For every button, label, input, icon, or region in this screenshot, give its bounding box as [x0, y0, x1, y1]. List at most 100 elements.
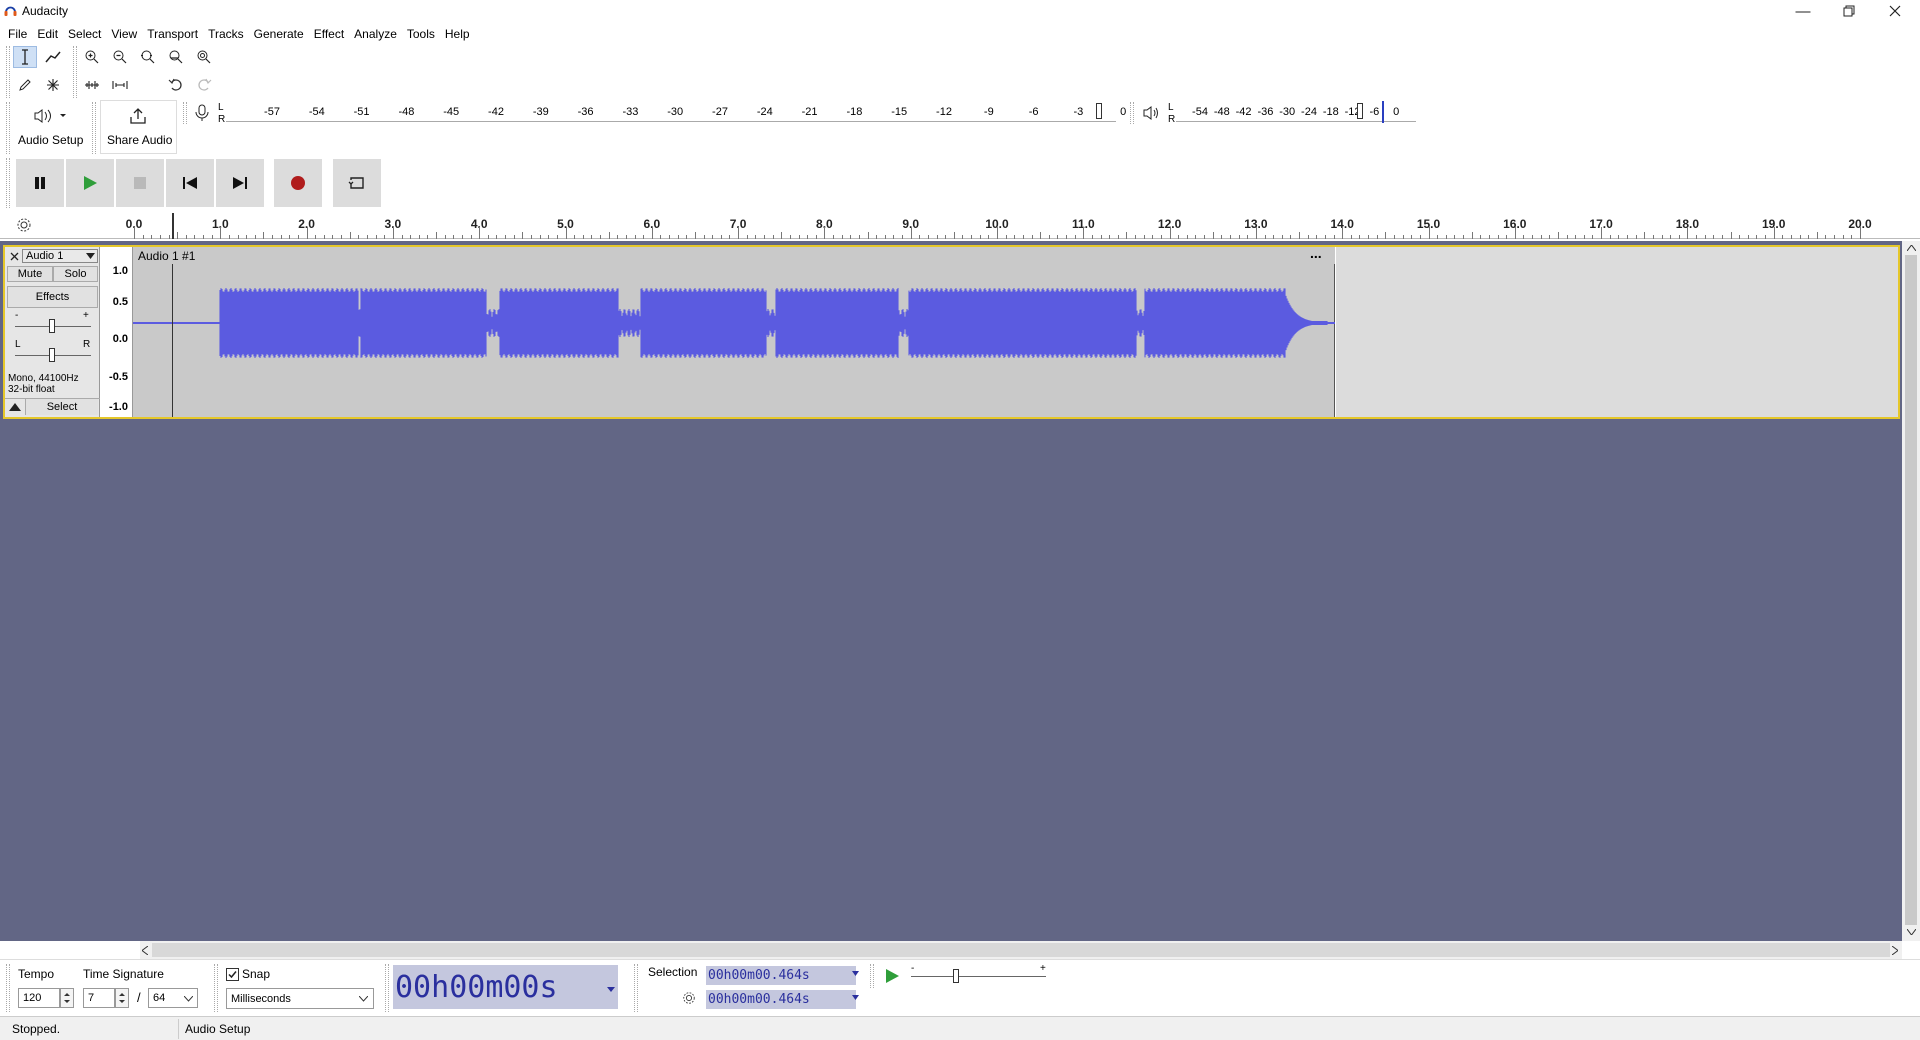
skip-to-start-button[interactable]	[166, 159, 214, 207]
scroll-right-icon[interactable]	[1892, 946, 1898, 955]
menu-help[interactable]: Help	[440, 27, 475, 41]
menu-tools[interactable]: Tools	[402, 27, 440, 41]
audio-clip[interactable]	[133, 247, 1335, 417]
scroll-down-icon[interactable]	[1907, 929, 1916, 935]
horizontal-scroll-thumb[interactable]	[152, 943, 1890, 957]
envelope-tool-button[interactable]	[41, 46, 65, 68]
gain-slider-thumb[interactable]	[49, 319, 55, 333]
fit-project-button[interactable]	[164, 46, 188, 68]
play-meter-grip[interactable]	[1130, 102, 1134, 124]
close-window-button[interactable]	[1872, 0, 1918, 22]
transport-grip[interactable]	[6, 158, 10, 208]
share-audio-button[interactable]: Share Audio	[100, 100, 177, 154]
tempo-input[interactable]: 120	[18, 988, 60, 1008]
selection-tool-button[interactable]	[13, 46, 37, 68]
selection-start-time[interactable]: 00h00m00.464s	[706, 966, 856, 985]
menu-edit[interactable]: Edit	[32, 27, 63, 41]
silence-audio-button[interactable]	[108, 74, 132, 96]
play-level-slider-thumb[interactable]	[1357, 103, 1363, 119]
vertical-scroll-thumb[interactable]	[1905, 255, 1917, 925]
meter-tick-label: -42	[488, 106, 504, 118]
undo-button[interactable]	[164, 74, 188, 96]
play-at-speed-grip[interactable]	[870, 964, 874, 988]
tempo-spinner[interactable]	[60, 988, 74, 1008]
collapse-track-icon[interactable]	[9, 403, 21, 411]
close-icon	[1889, 5, 1901, 17]
zoom-out-button[interactable]	[108, 46, 132, 68]
menu-view[interactable]: View	[106, 27, 142, 41]
menu-analyze[interactable]: Analyze	[349, 27, 402, 41]
snap-checkbox[interactable]	[226, 968, 239, 981]
stop-button[interactable]	[116, 159, 164, 207]
redo-button[interactable]	[192, 74, 216, 96]
draw-tool-button[interactable]	[13, 74, 37, 96]
ruler-tick	[1549, 235, 1551, 239]
time-signature-denominator-select[interactable]: 64	[148, 988, 198, 1008]
audio-setup-grip[interactable]	[6, 102, 10, 154]
pan-slider-thumb[interactable]	[49, 348, 55, 362]
selection-settings-gear-icon[interactable]	[682, 991, 696, 1005]
clip-header[interactable]: Audio 1 #1 ...	[133, 245, 1335, 264]
selection-grip[interactable]	[634, 964, 638, 1012]
share-audio-grip[interactable]	[92, 102, 96, 154]
microphone-icon[interactable]	[195, 104, 209, 122]
speaker-icon[interactable]	[1142, 104, 1160, 122]
effects-button[interactable]: Effects	[7, 286, 98, 308]
menu-file[interactable]: File	[3, 27, 32, 41]
empty-track-lane[interactable]	[1336, 247, 1898, 417]
tools-toolbar-grip[interactable]	[6, 46, 10, 98]
zoom-toggle-button[interactable]	[192, 46, 216, 68]
waveform	[133, 288, 1335, 358]
menu-generate[interactable]: Generate	[249, 27, 309, 41]
time-seconds-unit: s	[539, 969, 558, 1005]
snap-unit-select[interactable]: Milliseconds	[226, 988, 374, 1009]
snap-grip[interactable]	[214, 964, 218, 1012]
fit-selection-button[interactable]	[136, 46, 160, 68]
amplitude-ruler[interactable]: 1.0 0.5 0.0 -0.5 -1.0	[100, 247, 133, 417]
ruler-tick	[772, 235, 774, 239]
record-button[interactable]	[274, 159, 322, 207]
track-name-menu[interactable]: Audio 1	[22, 249, 98, 263]
zoom-in-button[interactable]	[80, 46, 104, 68]
play-at-speed-icon[interactable]	[884, 968, 900, 984]
ruler-tick	[1083, 227, 1085, 239]
solo-button[interactable]: Solo	[53, 266, 98, 282]
time-signature-numerator-input[interactable]: 7	[83, 988, 115, 1008]
skip-to-end-button[interactable]	[216, 159, 264, 207]
menu-tracks[interactable]: Tracks	[203, 27, 249, 41]
track-control-panel[interactable]: Audio 1 Mute Solo Effects - + L R Mono, …	[5, 247, 100, 417]
track-close-button[interactable]	[7, 249, 21, 263]
loop-button[interactable]	[333, 159, 381, 207]
record-meter-grip[interactable]	[183, 102, 187, 124]
time-signature-grip[interactable]	[6, 964, 10, 1012]
play-button[interactable]	[66, 159, 114, 207]
scroll-left-icon[interactable]	[142, 946, 148, 955]
minimize-button[interactable]: —	[1780, 0, 1826, 22]
trim-audio-button[interactable]	[80, 74, 104, 96]
ruler-tick	[496, 235, 498, 239]
scroll-up-icon[interactable]	[1907, 245, 1916, 251]
menu-transport[interactable]: Transport	[142, 27, 203, 41]
restore-button[interactable]	[1826, 0, 1872, 22]
numerator-spinner[interactable]	[115, 988, 129, 1008]
time-display[interactable]: 00 h 00 m 00 s	[393, 965, 618, 1009]
chevron-down-icon[interactable]	[852, 971, 859, 976]
menu-effect[interactable]: Effect	[309, 27, 349, 41]
ruler-tick	[1402, 235, 1404, 239]
edit-toolbar-grip[interactable]	[73, 46, 77, 98]
speed-slider-thumb[interactable]	[953, 969, 959, 983]
pause-button[interactable]	[16, 159, 64, 207]
chevron-down-icon[interactable]	[852, 995, 859, 1000]
timeline-ruler[interactable]: 0.0 1.0 2.0 3.0 4.0 5.0 6.0 7.0 8.0 9.0 10.0 11.0 12…	[0, 211, 1920, 239]
record-level-slider-thumb[interactable]	[1096, 103, 1102, 119]
selection-end-time[interactable]: 00h00m00.464s	[706, 990, 856, 1009]
track-select-button[interactable]: Select	[25, 399, 98, 415]
menu-select[interactable]: Select	[63, 27, 106, 41]
clip-menu-button[interactable]: ...	[1310, 245, 1322, 261]
time-grip[interactable]	[385, 964, 389, 1012]
vertical-scrollbar[interactable]	[1902, 241, 1920, 941]
speed-slider-track[interactable]	[911, 976, 1046, 977]
audio-setup-button[interactable]: Audio Setup	[13, 102, 88, 154]
mute-button[interactable]: Mute	[7, 266, 53, 282]
multi-tool-button[interactable]	[41, 74, 65, 96]
